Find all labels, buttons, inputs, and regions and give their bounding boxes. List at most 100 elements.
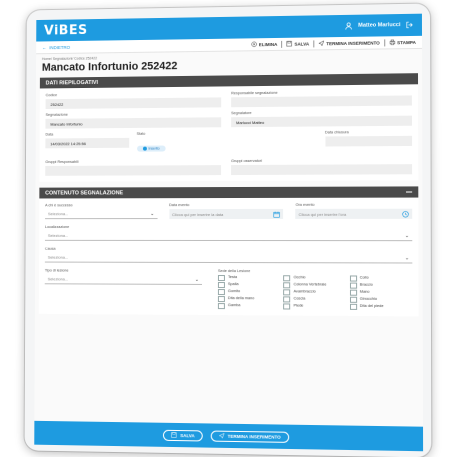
reporter-value: Marlucci Matteo — [231, 115, 412, 128]
checkbox-label: Braccio — [359, 282, 373, 287]
code-label: Codice — [45, 93, 58, 98]
checkbox-item[interactable]: Occhio — [283, 275, 345, 282]
checkbox[interactable] — [217, 282, 225, 289]
print-button[interactable]: STAMPA — [389, 39, 416, 45]
back-button[interactable]: ← INDIETRO — [42, 44, 70, 49]
location-label: Localizzazione — [45, 225, 70, 230]
collapse-icon[interactable] — [405, 191, 413, 193]
footer-save-label: SALVA — [180, 432, 195, 438]
checkbox[interactable] — [349, 289, 357, 296]
save-button[interactable]: SALVA — [286, 40, 309, 47]
checkbox[interactable] — [217, 296, 225, 303]
summary-section: Codice 252422 Responsabile segnalazione … — [39, 84, 419, 182]
checkbox[interactable] — [349, 303, 357, 310]
checkbox-label: Coscia — [293, 296, 306, 301]
checkbox-item[interactable]: Piede — [283, 303, 345, 310]
checkbox-label: Spalla — [227, 282, 239, 287]
injury-type-placeholder: Seleziona... — [47, 276, 69, 282]
checkbox[interactable] — [283, 303, 291, 310]
checkbox-label: Gamba — [227, 303, 241, 308]
delete-label: ELIMINA — [258, 41, 278, 47]
observer-groups-value — [231, 164, 413, 176]
user-icon — [345, 22, 353, 30]
checkbox-item[interactable]: Colonna Vertebrale — [283, 282, 345, 289]
event-date-input[interactable]: Clicca qui per inserire la data — [169, 208, 284, 220]
checkbox[interactable] — [283, 296, 291, 303]
checkbox[interactable] — [217, 303, 225, 310]
checkbox[interactable] — [283, 275, 291, 282]
checkbox[interactable] — [349, 296, 357, 303]
status-dot-icon — [142, 146, 147, 151]
delete-button[interactable]: ELIMINA — [251, 41, 278, 47]
status-label: Stato — [136, 131, 146, 136]
cause-select[interactable]: Seleziona... ⌄ — [44, 252, 413, 264]
cause-label: Causa — [44, 246, 56, 251]
closing-date-value — [324, 135, 413, 147]
content-section-header[interactable]: CONTENUTO SEGNALAZIONE — [39, 186, 419, 199]
checkbox-label: Collo — [359, 275, 369, 280]
checkbox[interactable] — [283, 289, 291, 296]
who-select[interactable]: Seleziona... ⌄ — [45, 209, 158, 220]
checkbox-item[interactable]: Testa — [217, 275, 279, 282]
manager-label: Responsabile segnalazione — [231, 90, 278, 96]
who-placeholder: Seleziona... — [47, 211, 69, 217]
checkbox-label: Mano — [359, 289, 370, 294]
chevron-down-icon: ⌄ — [404, 232, 410, 239]
injury-site-label: Sede della Lesione — [217, 269, 251, 274]
checkbox[interactable] — [217, 275, 225, 282]
checkbox-item[interactable]: Dita della mano — [217, 296, 279, 303]
tablet-frame: ViBES Matteo Marlucci ← INDIETRO ELIMINA… — [24, 3, 432, 457]
user-area[interactable]: Matteo Marlucci — [345, 21, 414, 30]
checkbox-item[interactable]: Collo — [349, 275, 413, 282]
checkbox-item[interactable]: Avambraccio — [283, 289, 345, 296]
checkbox-label: Gomito — [227, 289, 241, 294]
finish-label: TERMINA INSERIMENTO — [326, 39, 380, 46]
clock-icon[interactable] — [402, 210, 409, 217]
location-placeholder: Seleziona... — [47, 232, 69, 238]
logout-icon[interactable] — [406, 21, 414, 29]
checkbox-label: Dita del piede — [359, 303, 384, 309]
injury-type-label: Tipo di lesione — [44, 268, 69, 273]
status-badge: Inserito — [136, 145, 166, 152]
report-type-value: Mancato Infortunio — [45, 117, 222, 129]
checkbox-item[interactable]: Spalla — [217, 282, 279, 289]
checkbox-label: Colonna Vertebrale — [293, 282, 327, 287]
divider — [383, 38, 385, 46]
location-select[interactable]: Seleziona... ⌄ — [44, 230, 413, 242]
checkbox-item[interactable]: Ginocchio — [349, 296, 413, 303]
close-circle-icon — [251, 41, 257, 47]
observer-groups-label: Gruppi osservatori — [231, 158, 263, 164]
code-value: 252422 — [45, 97, 222, 110]
footer-finish-button[interactable]: TERMINA INSERIMENTO — [210, 430, 289, 443]
responsible-groups-value — [45, 165, 222, 176]
injury-type-select[interactable]: Seleziona... ⌄ — [44, 274, 203, 285]
checkbox-label: Testa — [227, 275, 238, 280]
checkbox[interactable] — [283, 282, 291, 289]
report-type-label: Segnalazione — [45, 112, 68, 117]
user-name: Matteo Marlucci — [358, 22, 401, 29]
chevron-down-icon: ⌄ — [150, 210, 155, 217]
save-icon — [286, 41, 292, 47]
footer-save-button[interactable]: SALVA — [163, 429, 203, 441]
checkbox[interactable] — [349, 282, 357, 289]
back-label: INDIETRO — [49, 44, 71, 50]
checkbox[interactable] — [217, 289, 225, 296]
checkbox-item[interactable]: Coscia — [283, 296, 345, 303]
checkbox-item[interactable]: Mano — [349, 289, 413, 296]
chevron-down-icon: ⌄ — [404, 254, 410, 261]
footer-bar: SALVA TERMINA INSERIMENTO — [34, 420, 424, 452]
calendar-icon[interactable] — [273, 210, 280, 217]
checkbox-item[interactable]: Gomito — [217, 289, 279, 296]
event-time-input[interactable]: Clicca qui per inserire l'ora — [295, 208, 413, 219]
checkbox[interactable] — [349, 275, 357, 282]
injury-site-checkboxes: Testa Occhio Collo Spalla Colonna Verteb… — [217, 275, 413, 310]
checkbox-item[interactable]: Dita del piede — [349, 303, 413, 310]
checkbox-item[interactable]: Braccio — [349, 282, 413, 289]
footer-finish-label: TERMINA INSERIMENTO — [227, 433, 281, 440]
content-section: A chi è successo Seleziona... ⌄ Data even… — [38, 197, 419, 317]
finish-button[interactable]: TERMINA INSERIMENTO — [318, 39, 380, 46]
checkbox-label: Avambraccio — [293, 289, 316, 294]
checkbox-item[interactable]: Gamba — [217, 303, 279, 310]
app-screen: ViBES Matteo Marlucci ← INDIETRO ELIMINA… — [34, 13, 424, 452]
date-label: Data — [45, 132, 54, 137]
